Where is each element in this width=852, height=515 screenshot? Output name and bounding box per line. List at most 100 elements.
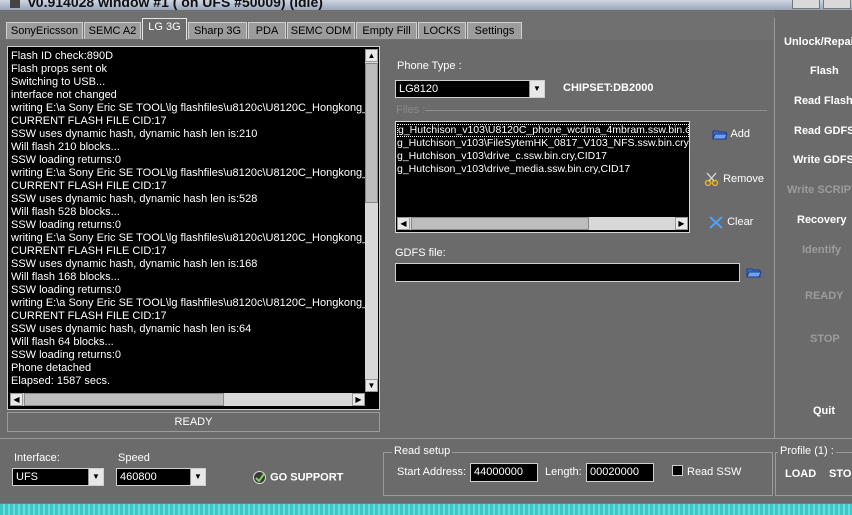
chevron-down-icon[interactable]: ▼ (190, 469, 205, 485)
tab-sharp-3g[interactable]: Sharp 3G (188, 22, 247, 39)
log-line: Will flash 210 blocks... (11, 141, 120, 153)
speed-value: 460800 (120, 471, 157, 483)
load-profile-button[interactable]: LOAD (785, 468, 816, 480)
chevron-down-icon[interactable]: ▼ (529, 81, 544, 97)
log-line: SSW uses dynamic hash, dynamic hash len … (11, 193, 258, 205)
title-bar: v0.914028 window #1 ( on UFS #50009) (id… (0, 0, 852, 10)
tab-settings[interactable]: Settings (467, 22, 522, 39)
interface-select[interactable]: UFS ▼ (12, 468, 104, 486)
read-gdfs-button[interactable]: Read GDFS (794, 125, 852, 137)
length-label: Length: (545, 466, 582, 478)
support-icon (253, 471, 266, 484)
read-ssw-checkbox[interactable] (672, 465, 683, 476)
log-line: interface not changed (11, 89, 117, 101)
action-panel: Unlock/Repair Flash Read Flash Read GDFS… (774, 18, 852, 438)
tab-bar: SonyEricsson SEMC A2 LG 3G Sharp 3G PDA … (0, 10, 775, 40)
log-line: Will flash 64 blocks... (11, 336, 114, 348)
tab-label: SonyEricsson (10, 25, 79, 37)
scroll-thumb[interactable] (411, 217, 589, 230)
length-field[interactable]: 00020000 (586, 463, 654, 482)
start-address-field[interactable]: 44000000 (470, 463, 538, 482)
log-line: writing E:\a Sony Eric SE TOOL\lg flashf… (11, 232, 365, 244)
gdfs-label: GDFS file: (395, 247, 446, 259)
app-icon (10, 0, 20, 8)
log-line: Will flash 168 blocks... (11, 271, 120, 283)
store-profile-button[interactable]: STORE (829, 468, 852, 480)
log-line: writing E:\a Sony Eric SE TOOL\lg flashf… (11, 167, 365, 179)
read-setup-title: Read setup (392, 445, 453, 457)
clear-button[interactable]: Clear (708, 215, 753, 229)
file-item[interactable]: g_Hutchison_v103\U8120C_phone_wcdma_4mbr… (397, 124, 689, 137)
chipset-label: CHIPSET:DB2000 (563, 82, 654, 94)
read-flash-button[interactable]: Read Flash (794, 95, 852, 107)
remove-label: Remove (723, 172, 765, 185)
log-horizontal-scrollbar[interactable]: ◀ ▶ (10, 393, 365, 406)
scroll-thumb[interactable] (365, 63, 378, 203)
folder-open-icon (712, 130, 728, 140)
log-line: CURRENT FLASH FILE CID:17 (11, 180, 167, 192)
quit-button[interactable]: Quit (813, 405, 852, 417)
file-item[interactable]: g_Hutchison_v103\FileSytemHK_0817_V103_N… (397, 137, 689, 150)
log-line: Switching to USB... (11, 76, 106, 88)
speed-select[interactable]: 460800 ▼ (116, 468, 206, 486)
write-gdfs-button[interactable]: Write GDFS (793, 154, 852, 166)
gdfs-file-field[interactable] (395, 263, 740, 282)
tab-locks[interactable]: LOCKS (418, 22, 466, 39)
interface-value: UFS (16, 471, 38, 483)
log-line: SSW loading returns:0 (11, 284, 122, 296)
flash-button[interactable]: Flash (810, 65, 852, 77)
close-button[interactable] (823, 0, 851, 9)
scroll-left-icon[interactable]: ◀ (397, 217, 410, 230)
scroll-left-icon[interactable]: ◀ (10, 393, 23, 406)
tab-empty-fill[interactable]: Empty Fill (356, 22, 417, 39)
tab-semc-odm[interactable]: SEMC ODM (287, 22, 355, 39)
write-script-button[interactable]: Write SCRIPT (787, 184, 852, 196)
recovery-button[interactable]: Recovery (797, 214, 852, 226)
scroll-thumb[interactable] (24, 393, 224, 406)
stop-button[interactable]: STOP (810, 333, 852, 345)
tab-sonyericsson[interactable]: SonyEricsson (6, 22, 83, 39)
add-button[interactable]: Add (712, 128, 750, 140)
interface-label: Interface: (14, 452, 60, 464)
log-line: SSW uses dynamic hash, dynamic hash len … (11, 323, 252, 335)
scroll-right-icon[interactable]: ▶ (675, 217, 688, 230)
phone-type-select[interactable]: LG8120 ▼ (395, 80, 545, 98)
speed-label: Speed (118, 452, 150, 464)
log-line: writing E:\a Sony Eric SE TOOL\lg flashf… (11, 102, 365, 114)
status-text: READY (7, 412, 380, 432)
scroll-up-icon[interactable]: ▲ (365, 49, 378, 62)
files-horizontal-scrollbar[interactable]: ◀ ▶ (397, 217, 688, 230)
minimize-button[interactable] (792, 0, 820, 9)
file-item[interactable]: g_Hutchison_v103\drive_media.ssw.bin.cry… (397, 163, 689, 176)
log-line: CURRENT FLASH FILE CID:17 (11, 115, 167, 127)
tab-label: SEMC ODM (290, 25, 352, 37)
clear-label: Clear (727, 215, 754, 228)
folder-open-icon (746, 268, 762, 278)
window-title: v0.914028 window #1 ( on UFS #50009) (id… (28, 0, 323, 10)
scroll-right-icon[interactable]: ▶ (352, 393, 365, 406)
tab-pda[interactable]: PDA (248, 22, 286, 39)
chevron-down-icon[interactable]: ▼ (88, 469, 103, 485)
log-line: Will flash 528 blocks... (11, 206, 120, 218)
unlock-repair-button[interactable]: Unlock/Repair (784, 36, 852, 48)
file-item[interactable]: g_Hutchison_v103\drive_c.ssw.bin.cry,CID… (397, 150, 689, 163)
tab-lg-3g[interactable]: LG 3G (142, 18, 187, 40)
log-line: SSW loading returns:0 (11, 219, 122, 231)
scroll-down-icon[interactable]: ▼ (365, 379, 378, 392)
log-vertical-scrollbar[interactable]: ▲ ▼ (365, 49, 378, 392)
log-panel[interactable]: Flash ID check:890D Flash props sent ok Sw… (7, 46, 380, 410)
profile-title: Profile (1) : (778, 445, 836, 457)
files-list[interactable]: g_Hutchison_v103\U8120C_phone_wcdma_4mbr… (395, 121, 690, 233)
tab-label: Sharp 3G (193, 25, 242, 37)
remove-button[interactable]: Remove (704, 172, 765, 187)
close-icon (709, 216, 723, 229)
start-address-label: Start Address: (397, 466, 467, 478)
tab-semc-a2[interactable]: SEMC A2 (84, 22, 141, 39)
log-line: SSW loading returns:0 (11, 349, 122, 361)
tab-label: LG 3G (148, 21, 181, 33)
gdfs-browse-button[interactable] (746, 266, 762, 281)
go-support-button[interactable]: GO SUPPORT (252, 470, 343, 485)
identify-button[interactable]: Identify (802, 244, 852, 256)
scissors-icon (704, 172, 719, 187)
log-line: SSW uses dynamic hash, dynamic hash len … (11, 258, 258, 270)
